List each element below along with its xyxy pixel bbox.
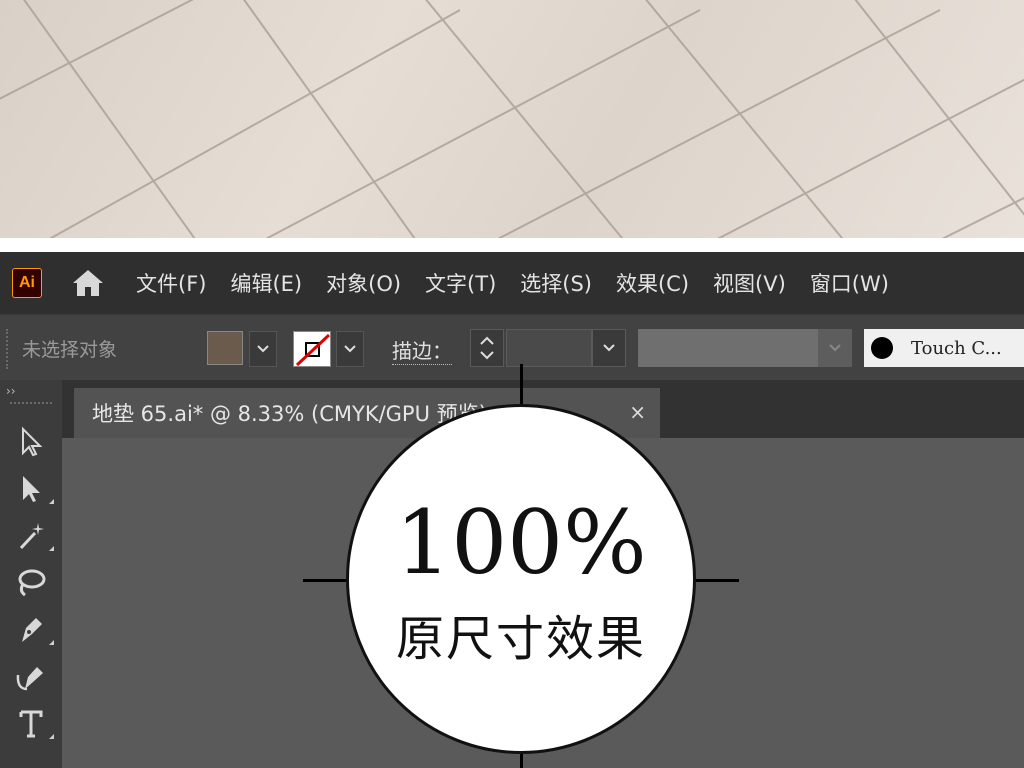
selection-status: 未选择对象 [22,339,118,361]
menu-select[interactable]: 选择(S) [520,268,592,298]
fill-dropdown-button[interactable] [249,331,277,367]
brush-name: Touch C... [911,337,1002,359]
stroke-weight-stepper[interactable] [470,329,504,367]
curvature-tool[interactable] [0,653,62,700]
tile-grout-lines [0,0,1024,238]
document-title: 地垫 65.ai* @ 8.33% (CMYK/GPU 预览) [92,402,487,426]
tool-flyout-indicator [49,734,54,739]
stroke-color-swatch[interactable] [293,331,331,367]
variable-width-profile[interactable] [638,329,818,367]
curvature-tool-icon [16,666,43,690]
stroke-dropdown-button[interactable] [336,331,364,367]
control-bar: 未选择对象 描边： Touch C... [0,314,1024,381]
close-document-button[interactable]: × [629,400,646,424]
fill-color-swatch[interactable] [207,331,243,365]
badge-percent: 100% [395,491,647,594]
badge-caption: 原尺寸效果 [395,611,646,667]
variable-width-dropdown[interactable] [818,329,852,367]
control-bar-grip[interactable] [6,329,11,369]
app-logo: Ai [12,268,42,298]
pen-tool[interactable] [0,606,62,653]
menu-file[interactable]: 文件(F) [136,268,206,298]
menu-edit[interactable]: 编辑(E) [230,268,302,298]
floor-tile-photo [0,0,1024,238]
chevron-down-icon [603,344,615,352]
selection-tool[interactable] [0,418,62,465]
lasso-tool[interactable] [0,559,62,606]
menu-window[interactable]: 窗口(W) [810,268,889,298]
pen-tool-icon [22,617,42,642]
magic-wand-tool-icon [19,522,44,549]
menu-effect[interactable]: 效果(C) [616,268,689,298]
menu-object[interactable]: 对象(O) [326,268,401,298]
tools-grip[interactable] [10,402,52,418]
scale-badge: 100% 原尺寸效果 [346,404,696,754]
menu-type[interactable]: 文字(T) [425,268,496,298]
stepper-arrows-icon [480,336,494,360]
tool-flyout-indicator [49,499,54,504]
type-tool[interactable] [0,700,62,747]
menu-view[interactable]: 视图(V) [713,268,786,298]
brush-definition[interactable]: Touch C... [864,329,1024,367]
brush-dot-icon [871,337,893,359]
home-icon[interactable] [70,268,106,298]
tool-flyout-indicator [49,640,54,645]
no-stroke-icon [295,333,330,366]
stroke-weight-input[interactable] [506,329,592,367]
stroke-weight-label: 描边： [392,335,452,365]
stroke-weight-dropdown[interactable] [592,329,626,367]
selection-tool-icon [22,426,43,456]
direct-selection-tool-icon [23,475,40,502]
direct-selection-tool[interactable] [0,465,62,512]
tools-panel: ›› [0,380,63,768]
chevron-down-icon [344,345,356,353]
menu-bar: Ai 文件(F) 编辑(E) 对象(O) 文字(T) 选择(S) 效果(C) 视… [0,252,1024,314]
magic-wand-tool[interactable] [0,512,62,559]
divider-band [0,238,1024,252]
tools-collapse-toggle[interactable]: ›› [0,380,62,402]
type-tool-icon [19,710,43,737]
chevron-down-icon [829,344,841,352]
chevron-down-icon [257,345,269,353]
lasso-tool-icon [18,569,46,596]
menu-items: 文件(F) 编辑(E) 对象(O) 文字(T) 选择(S) 效果(C) 视图(V… [136,268,913,298]
tool-flyout-indicator [49,546,54,551]
